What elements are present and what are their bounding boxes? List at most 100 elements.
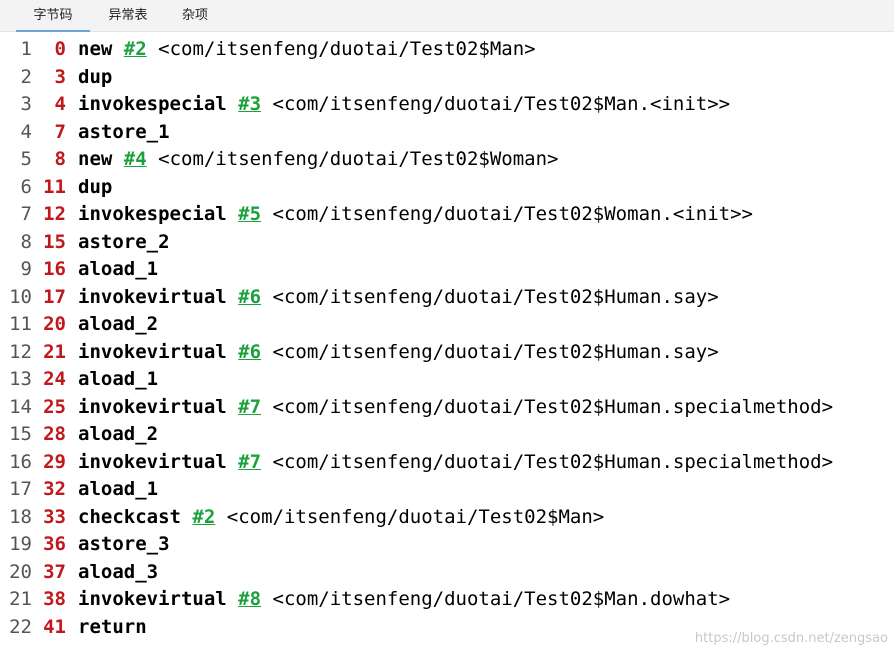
instruction: aload_1 [78, 256, 158, 284]
constant-pool-ref-link[interactable]: #7 [238, 396, 261, 418]
opcode: return [78, 615, 147, 638]
instruction-row: 2 3 dup [0, 64, 894, 92]
constant-pool-ref-link[interactable]: #4 [124, 148, 147, 170]
tab-exception-table[interactable]: 异常表 [92, 0, 164, 32]
constant-pool-ref-link[interactable]: #5 [238, 203, 261, 225]
line-number: 9 [20, 258, 32, 280]
opcode: invokevirtual [78, 450, 227, 473]
opcode: checkcast [78, 505, 181, 528]
bytecode-offset: 17 [43, 285, 66, 308]
instruction: aload_2 [78, 421, 158, 449]
opcode: dup [78, 175, 113, 198]
opcode: invokespecial [78, 93, 227, 115]
bytecode-offset: 20 [43, 313, 66, 335]
instruction-row: 20 37 aload_3 [0, 559, 894, 587]
instruction: aload_1 [78, 366, 158, 394]
line-number: 2 [20, 65, 32, 88]
opcode: astore_3 [78, 533, 170, 555]
constant-pool-ref-link[interactable]: #6 [238, 286, 261, 308]
opcode: invokespecial [78, 203, 227, 225]
instruction-row: 13 24 aload_1 [0, 366, 894, 394]
instruction-row: 15 28 aload_2 [0, 421, 894, 449]
line-number: 16 [9, 450, 32, 473]
instruction-row: 16 29 invokevirtual #7 <com/itsenfeng/duot… [0, 449, 894, 477]
instruction: invokespecial #5 <com/itsenfeng/duotai/T… [78, 201, 753, 229]
instruction-row: 9 16 aload_1 [0, 256, 894, 284]
line-number: 13 [9, 368, 32, 390]
line-number: 6 [20, 175, 32, 198]
line-number: 3 [20, 93, 32, 115]
opcode: dup [78, 65, 113, 88]
bytecode-offset: 12 [43, 203, 66, 225]
line-number: 4 [20, 120, 32, 143]
instruction-row: 14 25 invokevirtual #7 <com/itsenfeng/duot… [0, 394, 894, 422]
instruction-row: 17 32 aload_1 [0, 476, 894, 504]
constant-pool-ref-link[interactable]: #6 [238, 341, 261, 363]
tab-bytecode[interactable]: 字节码 [16, 0, 90, 32]
instruction: checkcast #2 <com/itsenfeng/duotai/Test0… [78, 504, 604, 532]
instruction: invokevirtual #6 <com/itsenfeng/duotai/T… [78, 339, 719, 367]
bytecode-offset: 0 [54, 38, 66, 60]
operand: <com/itsenfeng/duotai/Test02$Man> [158, 38, 536, 60]
line-number: 20 [9, 560, 32, 583]
constant-pool-ref-link[interactable]: #7 [238, 451, 261, 473]
instruction-row: 10 17 invokevirtual #6 <com/itsenfeng/duot… [0, 284, 894, 312]
operand: <com/itsenfeng/duotai/Test02$Human.speci… [272, 395, 834, 418]
instruction-row: 7 12 invokespecial #5 <com/itsenfeng/duota… [0, 201, 894, 229]
operand: <com/itsenfeng/duotai/Test02$Man> [226, 505, 605, 528]
constant-pool-ref-link[interactable]: #2 [124, 38, 147, 60]
instruction-row: 21 38 invokevirtual #8 <com/itsenfeng/duot… [0, 586, 894, 614]
instruction-row: 4 7 astore_1 [0, 119, 894, 147]
operand: <com/itsenfeng/duotai/Test02$Man.dowhat> [272, 588, 731, 610]
opcode: astore_1 [78, 120, 170, 143]
instruction-row: 19 36 astore_3 [0, 531, 894, 559]
constant-pool-ref-link[interactable]: #3 [238, 93, 261, 115]
line-number: 22 [9, 615, 32, 638]
instruction: new #2 <com/itsenfeng/duotai/Test02$Man> [78, 36, 536, 64]
opcode: aload_3 [78, 560, 159, 583]
bytecode-offset: 28 [43, 423, 66, 445]
instruction: dup [78, 64, 112, 92]
bytecode-offset: 16 [43, 258, 66, 280]
instruction: invokevirtual #8 <com/itsenfeng/duotai/T… [78, 586, 730, 614]
instruction-row: 12 21 invokevirtual #6 <com/itsenfeng/duot… [0, 339, 894, 367]
line-number: 18 [9, 505, 32, 528]
operand: <com/itsenfeng/duotai/Test02$Human.say> [272, 340, 719, 363]
operand: <com/itsenfeng/duotai/Test02$Woman> [158, 148, 559, 170]
constant-pool-ref-link[interactable]: #8 [238, 588, 261, 610]
bytecode-offset: 3 [54, 65, 66, 88]
bytecode-offset: 29 [43, 450, 66, 473]
instruction: invokevirtual #7 <com/itsenfeng/duotai/T… [78, 449, 833, 477]
opcode: invokevirtual [78, 285, 227, 308]
instruction: dup [78, 174, 112, 202]
instruction: aload_2 [78, 311, 158, 339]
bytecode-offset: 33 [43, 505, 66, 528]
bytecode-offset: 24 [43, 368, 66, 390]
bytecode-offset: 11 [43, 175, 66, 198]
opcode: aload_2 [78, 313, 159, 335]
instruction: aload_1 [78, 476, 158, 504]
line-number: 15 [9, 423, 32, 445]
opcode: aload_1 [78, 478, 159, 500]
line-number: 21 [9, 588, 32, 610]
constant-pool-ref-link[interactable]: #2 [192, 506, 215, 528]
watermark: https://blog.csdn.net/zengsao [694, 631, 888, 646]
opcode: aload_2 [78, 423, 159, 445]
line-number: 11 [9, 313, 32, 335]
instruction: astore_3 [78, 531, 170, 559]
instruction: invokevirtual #7 <com/itsenfeng/duotai/T… [78, 394, 833, 422]
instruction: astore_1 [78, 119, 170, 147]
bytecode-offset: 7 [54, 120, 66, 143]
bytecode-offset: 4 [54, 93, 66, 115]
operand: <com/itsenfeng/duotai/Test02$Human.speci… [272, 450, 834, 473]
opcode: aload_1 [78, 258, 159, 280]
bytecode-offset: 41 [43, 615, 66, 638]
opcode: invokevirtual [78, 340, 227, 363]
tab-misc[interactable]: 杂项 [168, 0, 222, 32]
instruction-row: 5 8 new #4 <com/itsenfeng/duotai/Test02$Wo… [0, 146, 894, 174]
line-number: 12 [9, 340, 32, 363]
opcode: invokevirtual [78, 588, 227, 610]
opcode: invokevirtual [78, 395, 227, 418]
instruction: astore_2 [78, 229, 170, 257]
instruction-row: 8 15 astore_2 [0, 229, 894, 257]
